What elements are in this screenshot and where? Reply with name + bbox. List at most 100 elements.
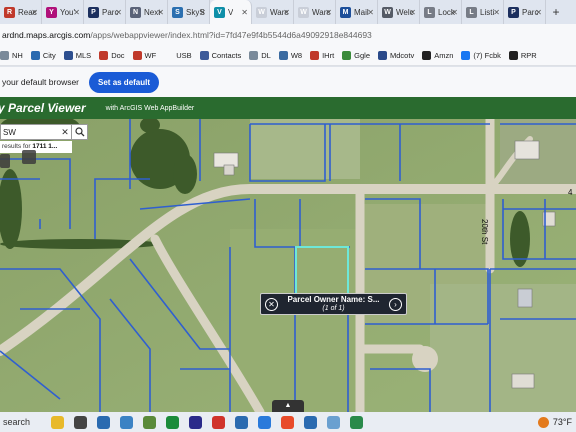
bookmark-icon — [461, 51, 471, 60]
taskbar-app-icon[interactable] — [120, 415, 133, 429]
bookmark-item[interactable]: Contacts — [199, 51, 242, 60]
search-results-hint[interactable]: results for 1711 1... — [0, 141, 72, 153]
bookmark-item[interactable]: Mdcotv — [378, 51, 414, 60]
lot — [430, 284, 576, 412]
tab-close-icon[interactable]: ✕ — [157, 8, 164, 17]
results-query: 1711 1... — [32, 143, 58, 150]
url-path: /apps/webappviewer/index.html?id=7fd47e9… — [90, 30, 372, 40]
bookmark-label: Ggle — [354, 51, 371, 60]
bookmark-icon — [0, 51, 9, 60]
bookmark-icon — [199, 51, 209, 60]
bookmark-label: DL — [261, 51, 271, 60]
bookmark-item[interactable]: W8 — [278, 51, 302, 60]
tab-favicon-icon: V — [214, 6, 225, 18]
tab-close-icon[interactable]: ✕ — [409, 8, 416, 17]
aerial-map: 20th St 4 — [0, 119, 576, 412]
bookmark-item[interactable]: (7) Fcbk — [461, 51, 501, 60]
taskbar-app-icon[interactable] — [51, 415, 64, 429]
browser-tab[interactable]: W Warc ✕ — [294, 0, 336, 24]
taskbar-app-icon[interactable] — [189, 415, 202, 429]
screen: R Reac ✕ Y You' ✕ P Parc ✕ N Next ✕ S SkyS ✕ V V ✕ W Warc ✕ W… — [0, 0, 576, 432]
search-box[interactable]: SW ✕ — [0, 124, 88, 140]
infobar-message: your default browser — [2, 77, 80, 87]
tab-favicon-icon: N — [130, 6, 141, 18]
search-button[interactable] — [71, 124, 87, 140]
taskbar-app-icon[interactable] — [235, 415, 248, 429]
bookmark-item[interactable]: Doc — [99, 51, 125, 60]
browser-tab[interactable]: W Warc ✕ — [252, 0, 294, 24]
taskbar-app-icon[interactable] — [327, 415, 340, 429]
browser-tab[interactable]: S SkyS ✕ — [168, 0, 210, 24]
tab-close-icon[interactable]: ✕ — [493, 8, 500, 17]
parcel-popup[interactable]: ✕ Parcel Owner Name: S... (1 of 1) › — [260, 293, 407, 315]
temperature[interactable]: 73°F — [553, 417, 572, 427]
browser-tab[interactable]: V V ✕ — [210, 0, 252, 24]
tab-close-icon[interactable]: ✕ — [31, 8, 38, 17]
taskbar-app-icon[interactable] — [281, 415, 294, 429]
browser-tab[interactable]: P Parc ✕ — [84, 0, 126, 24]
bookmark-item[interactable]: WF — [132, 51, 156, 60]
bookmark-item[interactable]: Amzn — [422, 51, 453, 60]
browser-tab[interactable]: M Mail ✕ — [336, 0, 378, 24]
close-popup-icon[interactable]: ✕ — [265, 297, 278, 311]
bookmark-item[interactable]: Ggle — [342, 51, 370, 60]
browser-tab[interactable]: L Listi ✕ — [462, 0, 504, 24]
bookmark-item[interactable]: RPR — [508, 51, 537, 60]
taskbar-app-icon[interactable] — [166, 415, 179, 429]
bookmark-label: MLS — [75, 51, 92, 60]
tab-close-icon[interactable]: ✕ — [367, 8, 374, 17]
bookmark-icon — [63, 51, 73, 60]
bookmark-item[interactable]: City — [30, 51, 56, 60]
bookmark-label: Contacts — [211, 51, 242, 60]
bookmark-item[interactable]: MLS — [63, 51, 92, 60]
tab-favicon-icon: R — [4, 6, 15, 18]
tab-close-icon[interactable]: ✕ — [199, 8, 206, 17]
browser-tab[interactable]: R Reac ✕ — [0, 0, 42, 24]
browser-tab[interactable]: W Welc ✕ — [378, 0, 420, 24]
taskbar-app-icon[interactable] — [258, 415, 271, 429]
browser-tab[interactable]: P Parc ✕ — [504, 0, 546, 24]
tab-close-icon[interactable]: ✕ — [241, 8, 248, 17]
tab-close-icon[interactable]: ✕ — [73, 8, 80, 17]
taskbar-app-icon[interactable] — [304, 415, 317, 429]
bookmark-item[interactable]: USB — [164, 51, 192, 60]
bookmark-item[interactable]: DL — [249, 51, 271, 60]
bookmark-item[interactable]: IHrt — [310, 51, 334, 60]
taskbar-app-icon[interactable] — [350, 415, 363, 429]
bookmark-icon — [278, 51, 288, 60]
tab-label: V — [228, 7, 234, 17]
taskbar-search[interactable]: search — [3, 417, 51, 427]
results-prefix: results for — [2, 143, 31, 150]
street-label-partial: 4 — [568, 188, 573, 197]
set-as-default-button[interactable]: Set as default — [89, 71, 160, 93]
address-bar[interactable]: ardnd.maps.arcgis.com/apps/webappviewer/… — [0, 24, 576, 46]
tab-close-icon[interactable]: ✕ — [535, 8, 542, 17]
search-input[interactable]: SW — [3, 128, 59, 137]
weather-icon[interactable] — [537, 416, 549, 428]
locate-icon[interactable] — [22, 150, 36, 164]
map-view[interactable]: 20th St 4 — [0, 119, 576, 412]
tab-close-icon[interactable]: ✕ — [283, 8, 290, 17]
tab-close-icon[interactable]: ✕ — [451, 8, 458, 17]
taskbar-app-icon[interactable] — [143, 415, 156, 429]
browser-tab[interactable]: N Next ✕ — [126, 0, 168, 24]
bookmark-item[interactable]: NH — [0, 51, 23, 60]
bookmark-label: Doc — [111, 51, 125, 60]
collapse-panel-button[interactable]: ▲ — [272, 400, 304, 412]
popup-count: (1 of 1) — [322, 305, 345, 312]
home-icon[interactable] — [0, 154, 10, 168]
next-feature-icon[interactable]: › — [389, 297, 402, 311]
tab-close-icon[interactable]: ✕ — [115, 8, 122, 17]
browser-tab-strip: R Reac ✕ Y You' ✕ P Parc ✕ N Next ✕ S SkyS ✕ V V ✕ W Warc ✕ W… — [0, 0, 576, 24]
taskbar-app-icon[interactable] — [212, 415, 225, 429]
browser-tab[interactable]: Y You' ✕ — [42, 0, 84, 24]
tab-favicon-icon: P — [88, 6, 99, 18]
taskbar-app-icon[interactable] — [97, 415, 110, 429]
bookmark-label: RPR — [520, 51, 537, 60]
tab-close-icon[interactable]: ✕ — [325, 8, 332, 17]
new-tab-button[interactable]: + — [546, 5, 566, 19]
taskbar-app-icon[interactable] — [74, 415, 87, 429]
close-icon[interactable]: ✕ — [59, 127, 71, 138]
browser-tab[interactable]: L Lock ✕ — [420, 0, 462, 24]
url-text[interactable]: ardnd.maps.arcgis.com/apps/webappviewer/… — [2, 30, 372, 40]
